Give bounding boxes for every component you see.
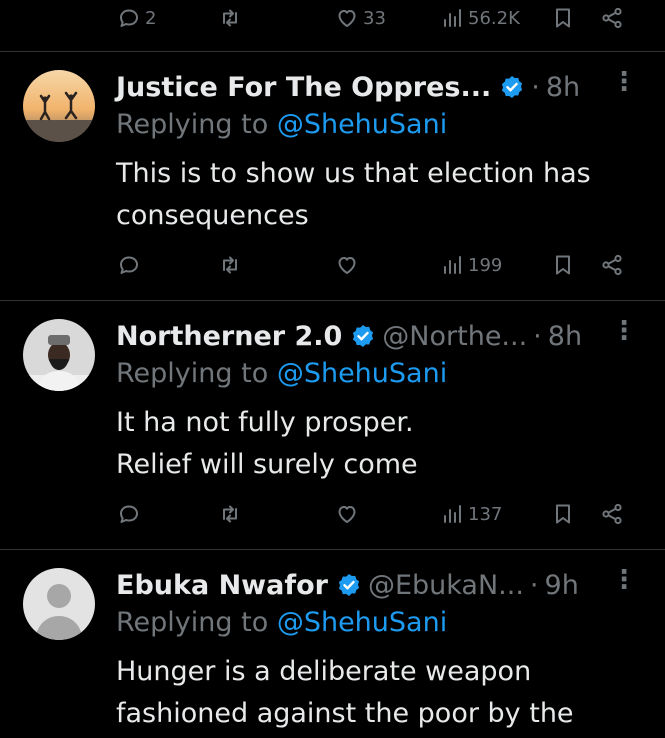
replying-to-handle-link[interactable]: @ShehuSani — [277, 109, 447, 140]
reply-post[interactable]: Northerner 2.0 @Northe... · 8h ⋮ Replyin… — [0, 302, 665, 550]
more-icon: ⋮ — [611, 316, 637, 346]
repost-icon — [218, 502, 242, 526]
beach-sunset-avatar-image — [23, 70, 95, 142]
like-icon — [335, 502, 359, 526]
views-count: 56.2K — [468, 7, 520, 29]
share-icon — [600, 6, 624, 30]
like-icon — [335, 6, 359, 30]
like-button[interactable]: 33 — [335, 6, 386, 30]
replying-to-label: Replying to — [116, 358, 269, 389]
repost-icon — [218, 253, 242, 277]
views-button[interactable]: 137 — [440, 502, 502, 526]
more-options-button[interactable]: ⋮ — [611, 567, 637, 593]
post-time[interactable]: 8h — [548, 321, 582, 352]
like-button[interactable] — [335, 253, 359, 277]
repost-button[interactable] — [218, 253, 242, 277]
more-icon: ⋮ — [611, 67, 637, 97]
bookmark-button[interactable] — [551, 502, 575, 526]
post-text-line: fashioned against the poor by the — [116, 698, 574, 729]
views-icon — [440, 253, 464, 277]
reply-icon — [117, 6, 141, 30]
post-text-line: Relief will surely come — [116, 449, 418, 480]
user-handle[interactable]: @Northe... — [382, 321, 527, 352]
verified-icon — [336, 572, 362, 598]
views-count: 137 — [468, 503, 503, 525]
user-handle[interactable]: @EbukaN... — [368, 570, 524, 601]
like-button[interactable] — [335, 502, 359, 526]
replying-to: Replying to @ShehuSani — [116, 358, 447, 389]
reply-icon — [117, 502, 141, 526]
share-button[interactable] — [600, 6, 624, 30]
post-text: Hunger is a deliberate weapon fashioned … — [116, 651, 646, 735]
repost-button[interactable] — [218, 502, 242, 526]
reply-count: 2 — [145, 7, 157, 29]
verified-icon — [499, 74, 525, 100]
more-options-button[interactable]: ⋮ — [611, 69, 637, 95]
reply-button[interactable]: 2 — [117, 6, 156, 30]
post-text-line: It ha not fully prosper. — [116, 407, 414, 438]
share-button[interactable] — [600, 502, 624, 526]
repost-button[interactable] — [218, 6, 242, 30]
verified-badge — [499, 74, 525, 100]
man-portrait-avatar-image — [23, 319, 95, 391]
share-icon — [600, 253, 624, 277]
more-icon: ⋮ — [611, 565, 637, 595]
reply-button[interactable] — [117, 502, 141, 526]
post-time[interactable]: 8h — [546, 72, 580, 103]
reply-post[interactable]: Ebuka Nwafor @EbukaN... · 9h ⋮ Replying … — [0, 551, 665, 738]
verified-badge — [350, 323, 376, 349]
verified-badge — [336, 572, 362, 598]
display-name[interactable]: Ebuka Nwafor — [116, 570, 328, 601]
replying-to-handle-link[interactable]: @ShehuSani — [277, 358, 447, 389]
post-text-line: consequences — [116, 200, 309, 231]
bookmark-icon — [551, 502, 575, 526]
post-time[interactable]: 9h — [545, 570, 579, 601]
post-actions: 137 — [0, 500, 665, 540]
avatar[interactable] — [23, 568, 95, 640]
post-text-line: This is to show us that election has — [116, 158, 591, 189]
separator-dot: · — [531, 71, 540, 103]
like-icon — [335, 253, 359, 277]
replying-to-handle-link[interactable]: @ShehuSani — [277, 607, 447, 638]
post-header: Justice For The Oppres... · 8h — [116, 67, 645, 107]
views-icon — [440, 6, 464, 30]
post-text: It ha not fully prosper. Relief will sur… — [116, 402, 646, 486]
share-button[interactable] — [600, 253, 624, 277]
repost-icon — [218, 6, 242, 30]
views-button[interactable]: 199 — [440, 253, 502, 277]
post-header: Ebuka Nwafor @EbukaN... · 9h — [116, 565, 645, 605]
previous-post-actions: 2 33 56.2K — [0, 0, 665, 52]
share-icon — [600, 502, 624, 526]
replying-to-label: Replying to — [116, 607, 269, 638]
post-text: This is to show us that election has con… — [116, 153, 646, 237]
verified-icon — [350, 323, 376, 349]
reply-icon — [117, 253, 141, 277]
replying-to: Replying to @ShehuSani — [116, 109, 447, 140]
post-header: Northerner 2.0 @Northe... · 8h — [116, 316, 645, 356]
views-icon — [440, 502, 464, 526]
more-options-button[interactable]: ⋮ — [611, 318, 637, 344]
replying-to: Replying to @ShehuSani — [116, 607, 447, 638]
replying-to-label: Replying to — [116, 109, 269, 140]
post-actions: 199 — [0, 251, 665, 291]
views-button[interactable]: 56.2K — [440, 6, 520, 30]
post-text-line: Hunger is a deliberate weapon — [116, 656, 532, 687]
display-name[interactable]: Northerner 2.0 — [116, 321, 342, 352]
bookmark-button[interactable] — [551, 6, 575, 30]
views-count: 199 — [468, 254, 503, 276]
like-count: 33 — [363, 7, 386, 29]
avatar[interactable] — [23, 319, 95, 391]
separator-dot: · — [529, 569, 539, 601]
default-profile-avatar-image — [23, 568, 95, 640]
bookmark-button[interactable] — [551, 253, 575, 277]
bookmark-icon — [551, 6, 575, 30]
bookmark-icon — [551, 253, 575, 277]
reply-post[interactable]: Justice For The Oppres... · 8h ⋮ Replyin… — [0, 53, 665, 301]
separator-dot: · — [533, 320, 542, 352]
display-name[interactable]: Justice For The Oppres... — [116, 72, 491, 103]
avatar[interactable] — [23, 70, 95, 142]
reply-button[interactable] — [117, 253, 141, 277]
